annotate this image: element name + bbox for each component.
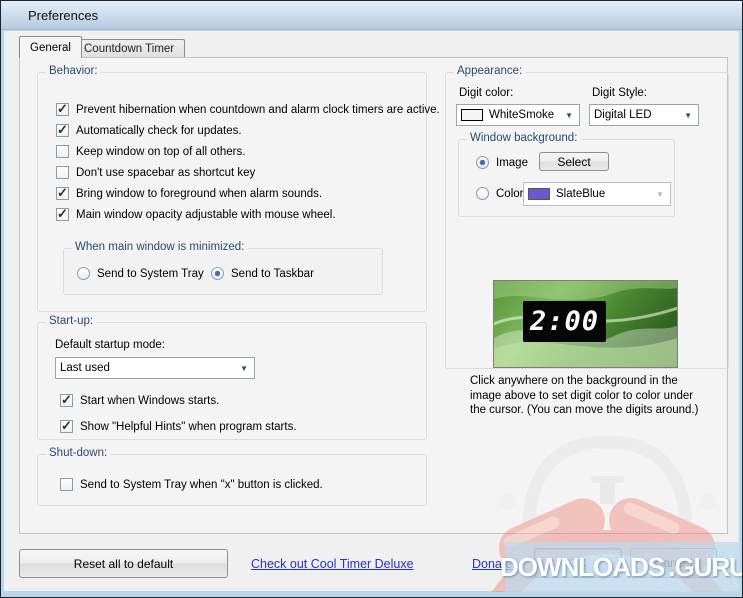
checkbox-label[interactable]: Main window opacity adjustable with mous… <box>76 209 336 221</box>
checkbox-box[interactable] <box>56 122 69 138</box>
digit-style-combo[interactable]: Digital LED ▼ <box>589 104 699 126</box>
digit-color-value: WhiteSmoke <box>489 109 555 121</box>
tab-countdown-label: Countdown Timer <box>84 43 175 55</box>
digit-color-combo[interactable]: WhiteSmoke ▼ <box>456 104 580 126</box>
startup-mode-combo[interactable]: Last used ▼ <box>55 357 255 379</box>
radio-background-image[interactable]: Image <box>476 155 528 170</box>
tab-countdown-timer[interactable]: Countdown Timer <box>73 39 186 58</box>
checkbox-helpful-hints[interactable]: Show "Helpful Hints" when program starts… <box>60 418 297 434</box>
checkbox-box[interactable] <box>56 166 69 179</box>
checkbox-label[interactable]: Start when Windows starts. <box>80 395 219 407</box>
startup-group-title: Start-up: <box>46 315 97 327</box>
radio-circle[interactable] <box>476 156 489 169</box>
led-time-value: 2:00 <box>529 306 600 337</box>
select-image-button[interactable]: Select <box>539 152 609 171</box>
background-color-value: SlateBlue <box>556 188 606 200</box>
checkbox-no-spacebar[interactable]: Don't use spacebar as shortcut key <box>56 165 255 180</box>
checkbox-bring-foreground[interactable]: Bring window to foreground when alarm so… <box>56 185 322 201</box>
checkbox-box[interactable] <box>56 101 69 117</box>
window-title: Preferences <box>28 7 99 23</box>
reset-all-label: Reset all to default <box>73 556 174 571</box>
checkbox-keep-on-top[interactable]: Keep window on top of all others. <box>56 144 245 159</box>
radio-label[interactable]: Image <box>496 157 528 169</box>
checkbox-label[interactable]: Prevent hibernation when countdown and a… <box>76 104 440 116</box>
minimized-group: When main window is minimized: Send to S… <box>63 241 383 295</box>
shutdown-group: Shut-down: Send to System Tray when "x" … <box>37 447 427 506</box>
reset-all-button[interactable]: Reset all to default <box>19 549 228 578</box>
checkbox-opacity-wheel[interactable]: Main window opacity adjustable with mous… <box>56 206 336 222</box>
startup-mode-value: Last used <box>60 362 110 374</box>
digit-style-value: Digital LED <box>594 109 652 121</box>
radio-label[interactable]: Send to Taskbar <box>231 268 314 280</box>
shutdown-group-title: Shut-down: <box>46 447 111 459</box>
digit-color-label: Digit color: <box>459 87 514 99</box>
checkbox-label[interactable]: Send to System Tray when "x" button is c… <box>80 479 323 491</box>
startup-group: Start-up: Default startup mode: Last use… <box>37 315 427 440</box>
checkbox-label[interactable]: Show "Helpful Hints" when program starts… <box>80 421 297 433</box>
preferences-dialog: Preferences General Countdown Timer Beha… <box>0 0 743 598</box>
background-color-combo[interactable]: SlateBlue ▼ <box>523 182 671 206</box>
radio-send-to-system-tray[interactable]: Send to System Tray <box>77 266 204 281</box>
downloads-guru-watermark: DOWNLOADS .GURU <box>500 542 743 592</box>
tab-page-general: Behavior: Prevent hibernation when count… <box>19 57 729 592</box>
checkbox-label[interactable]: Bring window to foreground when alarm so… <box>76 188 322 200</box>
radio-label[interactable]: Color <box>496 188 523 200</box>
background-color-swatch <box>528 188 550 200</box>
chevron-down-icon: ▼ <box>656 189 664 199</box>
checkbox-start-with-windows[interactable]: Start when Windows starts. <box>60 392 219 408</box>
window-background-group: Window background: Image Select Color Sl… <box>458 132 675 217</box>
window-background-title: Window background: <box>467 132 581 144</box>
radio-circle[interactable] <box>476 187 489 200</box>
chevron-down-icon: ▼ <box>565 110 573 120</box>
radio-circle[interactable] <box>211 267 224 280</box>
select-button-label: Select <box>557 154 591 169</box>
checkbox-auto-updates[interactable]: Automatically check for updates. <box>56 122 242 138</box>
dialog-body: General Countdown Timer Behavior: Preven… <box>4 31 739 592</box>
checkbox-label[interactable]: Don't use spacebar as shortcut key <box>76 167 255 179</box>
behavior-group: Behavior: Prevent hibernation when count… <box>37 65 440 312</box>
watermark-text-left: DOWNLOADS <box>499 551 665 582</box>
radio-background-color[interactable]: Color <box>476 186 523 201</box>
digit-color-swatch <box>461 109 483 121</box>
checkbox-box[interactable] <box>56 185 69 201</box>
background-preview-image[interactable]: 2:00 <box>493 280 678 368</box>
title-bar[interactable]: Preferences <box>1 1 742 30</box>
checkbox-box[interactable] <box>56 145 69 158</box>
chevron-down-icon: ▼ <box>684 110 692 120</box>
minimized-group-title: When main window is minimized: <box>72 241 248 253</box>
preview-caption: Click anywhere on the background in the … <box>470 375 699 417</box>
digit-style-label: Digit Style: <box>592 87 647 99</box>
checkbox-box[interactable] <box>60 392 73 408</box>
checkbox-prevent-hibernation[interactable]: Prevent hibernation when countdown and a… <box>56 101 440 117</box>
checkbox-label[interactable]: Keep window on top of all others. <box>76 146 245 158</box>
startup-mode-label: Default startup mode: <box>55 339 165 351</box>
radio-label[interactable]: Send to System Tray <box>97 268 204 280</box>
chevron-down-icon: ▼ <box>240 363 248 373</box>
cool-timer-deluxe-link[interactable]: Check out Cool Timer Deluxe <box>251 557 414 571</box>
behavior-group-title: Behavior: <box>46 65 101 77</box>
watermark-text-right: .GURU <box>668 551 743 582</box>
tab-general[interactable]: General <box>19 36 82 58</box>
led-clock-display[interactable]: 2:00 <box>523 301 606 342</box>
checkbox-label[interactable]: Automatically check for updates. <box>76 125 242 137</box>
appearance-group-title: Appearance: <box>454 65 526 77</box>
tab-general-label: General <box>30 41 71 54</box>
checkbox-box[interactable] <box>56 206 69 222</box>
checkbox-box[interactable] <box>60 418 73 434</box>
checkbox-tray-on-close[interactable]: Send to System Tray when "x" button is c… <box>60 477 323 492</box>
radio-send-to-taskbar[interactable]: Send to Taskbar <box>211 266 314 281</box>
radio-circle[interactable] <box>77 267 90 280</box>
checkbox-box[interactable] <box>60 478 73 491</box>
